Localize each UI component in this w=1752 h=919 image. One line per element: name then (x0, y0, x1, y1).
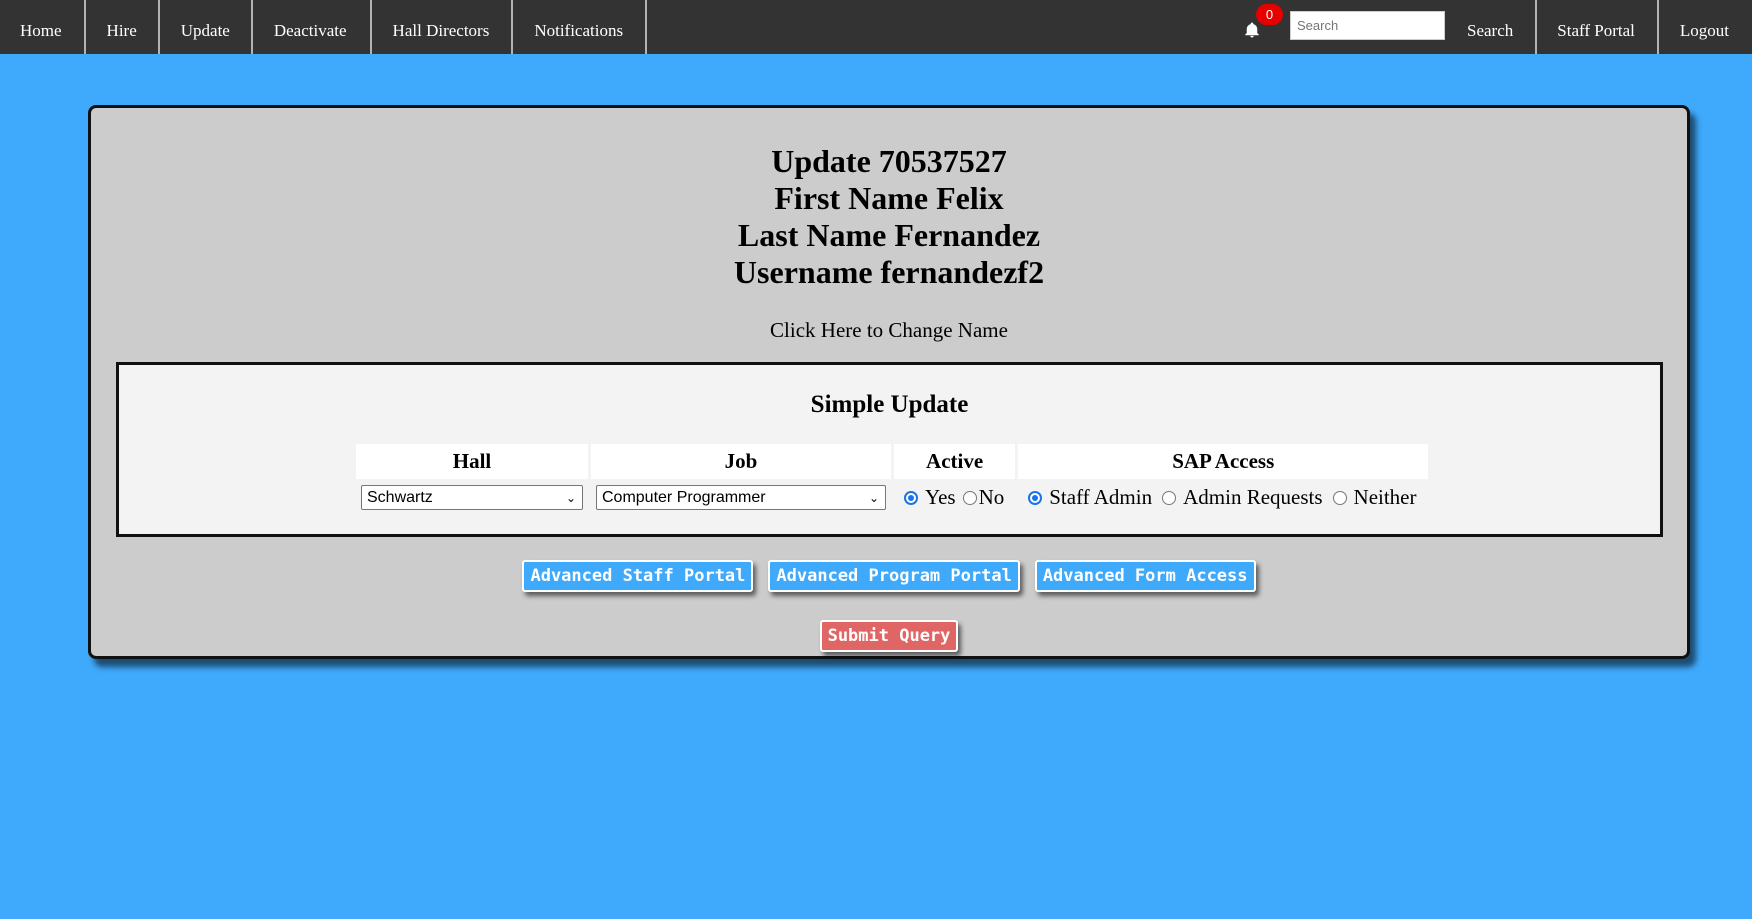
job-select[interactable]: Computer Programmer ⌄ (596, 485, 886, 510)
nav-left-group: Home Hire Update Deactivate Hall Directo… (0, 0, 648, 54)
sap-staff-admin-radio[interactable] (1028, 490, 1043, 505)
username-heading: Username fernandezf2 (733, 254, 1045, 290)
notification-count-badge: 0 (1256, 4, 1284, 25)
nav-home-link[interactable]: Home (0, 0, 86, 54)
bell-icon[interactable] (1243, 21, 1261, 39)
update-id-heading: Update 70537527 (771, 143, 1007, 179)
job-select-value: Computer Programmer (602, 488, 766, 506)
active-no-label: No (978, 485, 1005, 509)
active-yes-label: Yes (925, 485, 956, 509)
nav-logout-link[interactable]: Logout (1656, 0, 1752, 54)
hall-column-header: Hall (356, 444, 588, 479)
sap-admin-requests-label: Admin Requests (1183, 485, 1323, 509)
employee-heading: Update 70537527 First Name Felix Last Na… (91, 143, 1687, 291)
sap-neither-radio[interactable] (1332, 490, 1347, 505)
sap-access-column-header: SAP Access (1018, 444, 1429, 479)
nav-deactivate-link[interactable]: Deactivate (253, 0, 372, 54)
search-input[interactable] (1290, 11, 1446, 40)
job-column-header: Job (591, 444, 891, 479)
nav-notifications-link[interactable]: Notifications (513, 0, 648, 54)
search-box (1282, 0, 1447, 54)
submit-query-button[interactable]: Submit Query (819, 620, 959, 652)
sap-access-radio-group: Staff Admin Admin Requests Neither (1019, 485, 1427, 510)
simple-update-panel: Simple Update Hall Job Active SAP Access… (116, 362, 1663, 537)
change-name-link[interactable]: Click Here to Change Name (91, 318, 1687, 343)
notification-bell-button[interactable]: 0 (1222, 0, 1284, 54)
update-card: Update 70537527 First Name Felix Last Na… (88, 105, 1690, 659)
hall-cell: Schwartz ⌄ (356, 479, 588, 511)
advanced-form-access-button[interactable]: Advanced Form Access (1034, 560, 1256, 592)
sap-neither-label: Neither (1353, 485, 1417, 509)
submit-row: Submit Query (91, 620, 1687, 652)
search-button[interactable]: Search (1447, 0, 1535, 54)
job-cell: Computer Programmer ⌄ (591, 479, 891, 511)
advanced-staff-portal-button[interactable]: Advanced Staff Portal (522, 560, 754, 592)
advanced-program-portal-button[interactable]: Advanced Program Portal (768, 560, 1020, 592)
active-cell: Yes No (894, 479, 1015, 511)
last-name-heading: Last Name Fernandez (737, 217, 1041, 253)
active-yes-radio[interactable] (904, 490, 918, 505)
first-name-heading: First Name Felix (774, 180, 1004, 216)
simple-update-table: Hall Job Active SAP Access Schwartz ⌄ Co… (353, 444, 1431, 511)
nav-hire-link[interactable]: Hire (86, 0, 160, 54)
hall-select[interactable]: Schwartz ⌄ (361, 485, 583, 510)
top-navbar: Home Hire Update Deactivate Hall Directo… (0, 0, 1752, 54)
nav-right-group: 0 Search Staff Portal Logout (1222, 0, 1752, 54)
advanced-buttons-row: Advanced Staff Portal Advanced Program P… (91, 560, 1687, 592)
simple-update-title: Simple Update (810, 391, 969, 418)
sap-staff-admin-label: Staff Admin (1049, 485, 1153, 509)
sap-admin-requests-radio[interactable] (1162, 490, 1177, 505)
active-column-header: Active (894, 444, 1016, 479)
hall-select-value: Schwartz (367, 488, 433, 506)
chevron-down-icon: ⌄ (868, 490, 879, 505)
nav-update-link[interactable]: Update (160, 0, 253, 54)
nav-staff-portal-link[interactable]: Staff Portal (1535, 0, 1657, 54)
active-radio-group: Yes No (895, 485, 1014, 510)
sap-access-cell: Staff Admin Admin Requests Neither (1018, 479, 1428, 511)
active-no-radio[interactable] (962, 490, 977, 505)
chevron-down-icon: ⌄ (565, 490, 576, 505)
nav-hall-directors-link[interactable]: Hall Directors (372, 0, 514, 54)
